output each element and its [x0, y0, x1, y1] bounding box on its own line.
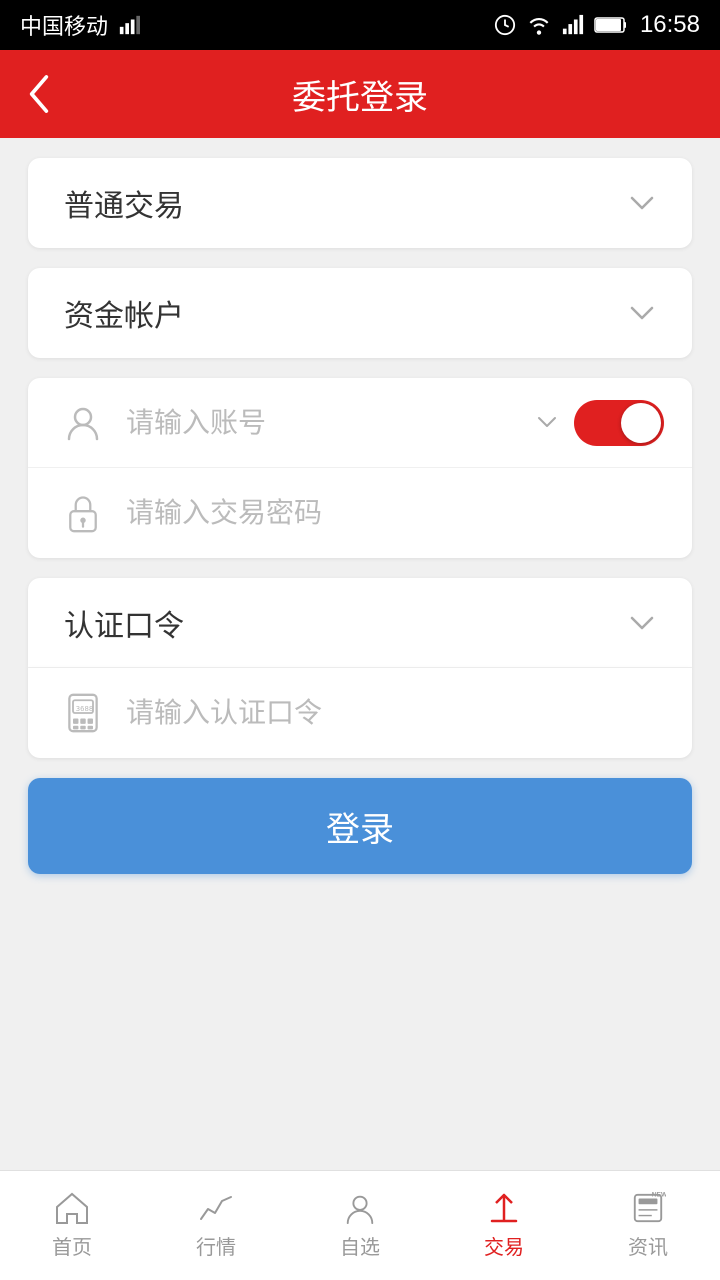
login-button[interactable]: 登录 [28, 778, 692, 874]
account-row-extras [536, 400, 664, 446]
main-content: 普通交易 资金帐户 [0, 138, 720, 1170]
chevron-down-icon [628, 194, 656, 212]
fund-account-dropdown[interactable]: 资金帐户 [28, 268, 692, 358]
news-icon: NEWS [630, 1191, 666, 1225]
password-row [28, 468, 692, 558]
back-button[interactable] [24, 72, 54, 116]
nav-label-market: 行情 [196, 1231, 236, 1260]
auth-token-input[interactable] [126, 697, 664, 729]
svg-text:3688: 3688 [76, 704, 94, 713]
nav-label-news: 资讯 [628, 1231, 668, 1260]
toggle-knob [621, 403, 661, 443]
page-title: 委托登录 [292, 70, 428, 119]
bottom-nav: 首页 行情 自选 交易 [0, 1170, 720, 1280]
transaction-type-dropdown[interactable]: 普通交易 [28, 158, 692, 248]
nav-item-trade[interactable]: 交易 [432, 1171, 576, 1280]
status-bar: 中国移动 16:58 [0, 0, 720, 50]
nav-item-market[interactable]: 行情 [144, 1171, 288, 1280]
status-carrier: 中国移动 [20, 9, 140, 41]
account-row [28, 378, 692, 468]
credentials-card [28, 378, 692, 558]
watchlist-icon [342, 1191, 378, 1225]
lock-icon [56, 486, 110, 540]
auth-section: 认证口令 3688 [28, 578, 692, 758]
trade-icon [484, 1191, 524, 1225]
nav-item-news[interactable]: NEWS 资讯 [576, 1171, 720, 1280]
chevron-down-icon [628, 304, 656, 322]
nav-item-watchlist[interactable]: 自选 [288, 1171, 432, 1280]
auth-token-dropdown[interactable]: 认证口令 [28, 578, 692, 668]
account-chevron-icon[interactable] [536, 415, 558, 431]
market-icon [198, 1191, 234, 1225]
fund-account-label: 资金帐户 [64, 291, 184, 335]
nav-label-watchlist: 自选 [340, 1231, 380, 1260]
token-icon: 3688 [56, 686, 110, 740]
auth-input-row: 3688 [28, 668, 692, 758]
transaction-type-label: 普通交易 [64, 181, 184, 225]
nav-label-trade: 交易 [484, 1231, 524, 1260]
auth-chevron-icon [628, 614, 656, 632]
user-icon [56, 396, 110, 450]
password-input[interactable] [126, 497, 664, 529]
account-input[interactable] [126, 407, 536, 439]
nav-item-home[interactable]: 首页 [0, 1171, 144, 1280]
header: 委托登录 [0, 50, 720, 138]
status-right: 16:58 [494, 11, 700, 39]
auth-token-label: 认证口令 [64, 601, 184, 645]
remember-toggle[interactable] [574, 400, 664, 446]
home-icon [54, 1191, 90, 1225]
nav-label-home: 首页 [52, 1231, 92, 1260]
svg-text:NEWS: NEWS [652, 1192, 666, 1199]
